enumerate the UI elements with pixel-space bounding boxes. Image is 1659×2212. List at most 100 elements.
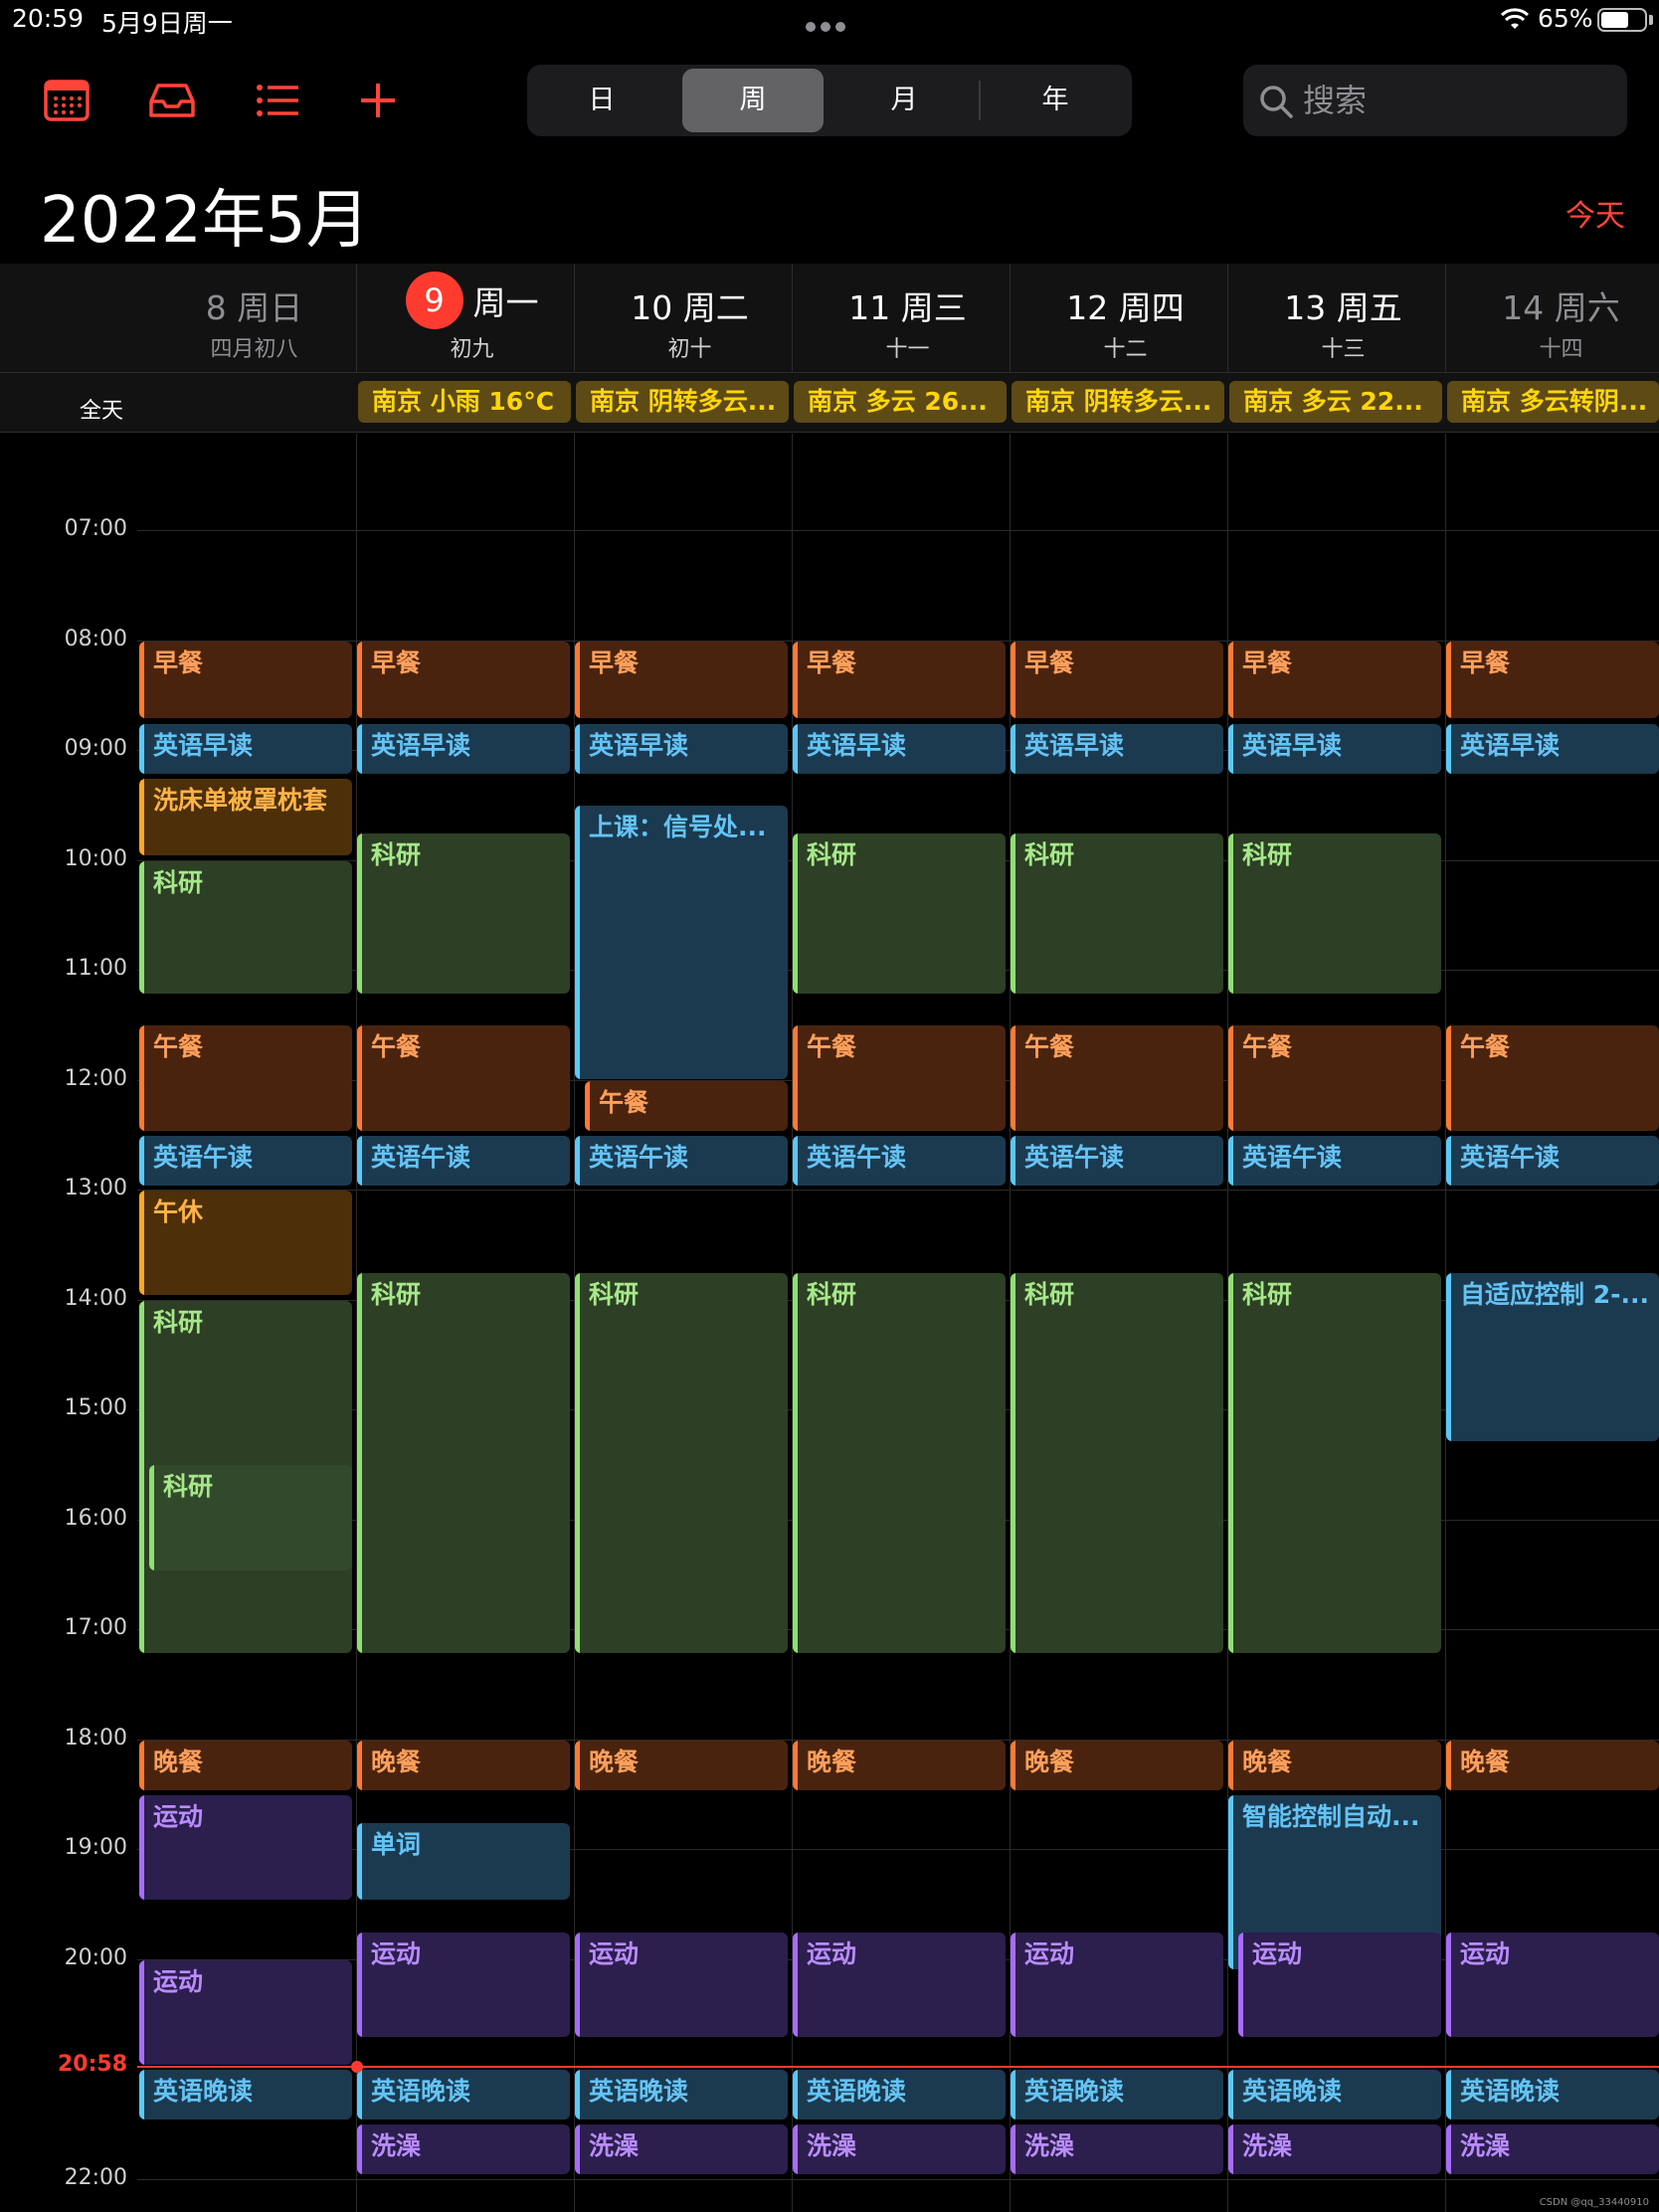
weather-event[interactable]: 南京 阴转多云... (1012, 381, 1224, 423)
calendar-event[interactable]: 午餐 (139, 1025, 352, 1131)
search-input[interactable] (1303, 75, 1601, 126)
day-header-fri[interactable]: 13 周五 十三 (1234, 264, 1452, 373)
calendar-event[interactable]: 洗澡 (1011, 2124, 1223, 2175)
week-timeline[interactable]: 07:00 08:00 09:00 10:00 11:00 12:00 13:00 14:00… (0, 434, 1659, 2212)
day-header-sat[interactable]: 14 周六 十四 (1452, 264, 1659, 373)
calendar-event[interactable]: 洗澡 (1228, 2124, 1441, 2175)
calendar-event[interactable]: 科研 (1228, 1273, 1441, 1653)
calendar-event[interactable]: 科研 (793, 833, 1006, 994)
calendar-event[interactable]: 英语早读 (139, 723, 352, 774)
calendar-event[interactable]: 英语早读 (1228, 723, 1441, 774)
calendar-event[interactable]: 运动 (139, 1794, 352, 1901)
calendar-event[interactable]: 洗床单被罩枕套 (139, 778, 352, 856)
calendar-event[interactable]: 科研 (1011, 1273, 1223, 1653)
calendar-event[interactable]: 运动 (575, 1933, 788, 2038)
weather-event[interactable]: 南京 多云 26... (794, 381, 1007, 423)
calendar-event[interactable]: 午休 (139, 1191, 352, 1296)
calendar-event[interactable]: 英语早读 (793, 723, 1006, 774)
calendar-event[interactable]: 科研 (149, 1465, 352, 1570)
calendar-event[interactable]: 英语早读 (357, 723, 570, 774)
calendar-event[interactable]: 英语早读 (1446, 723, 1659, 774)
calendar-event[interactable]: 午餐 (1011, 1025, 1223, 1131)
calendar-event[interactable]: 午餐 (1228, 1025, 1441, 1131)
calendar-event[interactable]: 科研 (357, 1273, 570, 1653)
calendar-event[interactable]: 英语午读 (1011, 1135, 1223, 1186)
calendar-event[interactable]: 午餐 (793, 1025, 1006, 1131)
calendar-event[interactable]: 英语午读 (357, 1135, 570, 1186)
calendar-event[interactable]: 午餐 (357, 1025, 570, 1131)
calendar-event[interactable]: 早餐 (1011, 641, 1223, 719)
calendar-event[interactable]: 早餐 (139, 641, 352, 719)
calendar-event[interactable]: 晚餐 (1011, 1740, 1223, 1790)
list-icon[interactable] (253, 76, 302, 125)
day-header-sun[interactable]: 8 周日 四月初八 (145, 264, 363, 373)
inbox-icon[interactable] (147, 76, 197, 125)
calendar-event[interactable]: 英语晚读 (575, 2070, 788, 2120)
calendar-event[interactable]: 科研 (139, 860, 352, 994)
calendar-event[interactable]: 运动 (139, 1959, 352, 2065)
calendar-event[interactable]: 运动 (1011, 1933, 1223, 2038)
calendar-event[interactable]: 英语晚读 (1011, 2070, 1223, 2120)
calendar-event[interactable]: 英语午读 (793, 1135, 1006, 1186)
add-event-icon[interactable] (353, 76, 403, 125)
calendar-event[interactable]: 午餐 (1446, 1025, 1659, 1131)
day-header-mon[interactable]: 9 周一 初九 (363, 264, 581, 373)
calendar-event[interactable]: 晚餐 (357, 1740, 570, 1790)
calendar-event[interactable]: 运动 (1238, 1933, 1441, 2038)
calendar-event[interactable]: 英语午读 (1446, 1135, 1659, 1186)
calendar-event[interactable]: 英语晚读 (793, 2070, 1006, 2120)
calendar-event[interactable]: 运动 (793, 1933, 1006, 2038)
today-button[interactable]: 今天 (1566, 191, 1625, 235)
calendar-event[interactable]: 科研 (1228, 833, 1441, 994)
calendar-event[interactable]: 科研 (793, 1273, 1006, 1653)
weather-event[interactable]: 南京 小雨 16°C (358, 381, 571, 423)
calendar-event[interactable]: 晚餐 (1228, 1740, 1441, 1790)
calendar-event[interactable]: 洗澡 (357, 2124, 570, 2175)
calendar-event[interactable]: 晚餐 (139, 1740, 352, 1790)
calendar-event[interactable]: 英语晚读 (1228, 2070, 1441, 2120)
calendar-event[interactable]: 自适应控制 2-... (1446, 1273, 1659, 1442)
weather-event[interactable]: 南京 多云 22... (1229, 381, 1442, 423)
calendar-event[interactable]: 科研 (1011, 833, 1223, 994)
calendar-event[interactable]: 早餐 (1446, 641, 1659, 719)
calendar-event[interactable]: 早餐 (793, 641, 1006, 719)
calendar-event[interactable]: 科研 (575, 1273, 788, 1653)
weather-event[interactable]: 南京 阴转多云... (576, 381, 789, 423)
calendar-event[interactable]: 洗澡 (793, 2124, 1006, 2175)
weather-event[interactable]: 南京 多云转阴... (1447, 381, 1659, 423)
calendar-list-icon[interactable] (42, 76, 92, 125)
calendar-event[interactable]: 英语午读 (1228, 1135, 1441, 1186)
view-month-tab[interactable]: 月 (833, 69, 975, 132)
view-day-tab[interactable]: 日 (531, 69, 672, 132)
calendar-event[interactable]: 英语午读 (139, 1135, 352, 1186)
calendar-event[interactable]: 洗澡 (1446, 2124, 1659, 2175)
event-color-bar (793, 723, 798, 774)
view-year-tab[interactable]: 年 (985, 69, 1126, 132)
search-box[interactable] (1243, 65, 1627, 136)
view-week-tab[interactable]: 周 (682, 69, 824, 132)
calendar-event[interactable]: 单词 (357, 1822, 570, 1901)
calendar-event[interactable]: 运动 (357, 1933, 570, 2038)
calendar-event[interactable]: 运动 (1446, 1933, 1659, 2038)
calendar-event[interactable]: 早餐 (575, 641, 788, 719)
calendar-event[interactable]: 英语晚读 (1446, 2070, 1659, 2120)
calendar-event[interactable]: 晚餐 (1446, 1740, 1659, 1790)
calendar-event[interactable]: 英语晚读 (357, 2070, 570, 2120)
calendar-event[interactable]: 晚餐 (575, 1740, 788, 1790)
multitask-dots-icon[interactable] (806, 17, 855, 32)
calendar-event[interactable]: 英语早读 (1011, 723, 1223, 774)
day-header-wed[interactable]: 11 周三 十一 (799, 264, 1016, 373)
calendar-event[interactable]: 英语午读 (575, 1135, 788, 1186)
calendar-event[interactable]: 英语晚读 (139, 2070, 352, 2120)
calendar-event[interactable]: 英语早读 (575, 723, 788, 774)
calendar-event[interactable]: 早餐 (1228, 641, 1441, 719)
calendar-event[interactable]: 上课：信号处... (575, 806, 788, 1079)
day-header-thu[interactable]: 12 周四 十二 (1016, 264, 1234, 373)
calendar-event[interactable]: 科研 (357, 833, 570, 994)
calendar-event[interactable]: 午餐 (585, 1080, 788, 1131)
lunar-label: 初十 (667, 337, 712, 362)
day-header-tue[interactable]: 10 周二 初十 (581, 264, 799, 373)
calendar-event[interactable]: 洗澡 (575, 2124, 788, 2175)
calendar-event[interactable]: 晚餐 (793, 1740, 1006, 1790)
calendar-event[interactable]: 早餐 (357, 641, 570, 719)
